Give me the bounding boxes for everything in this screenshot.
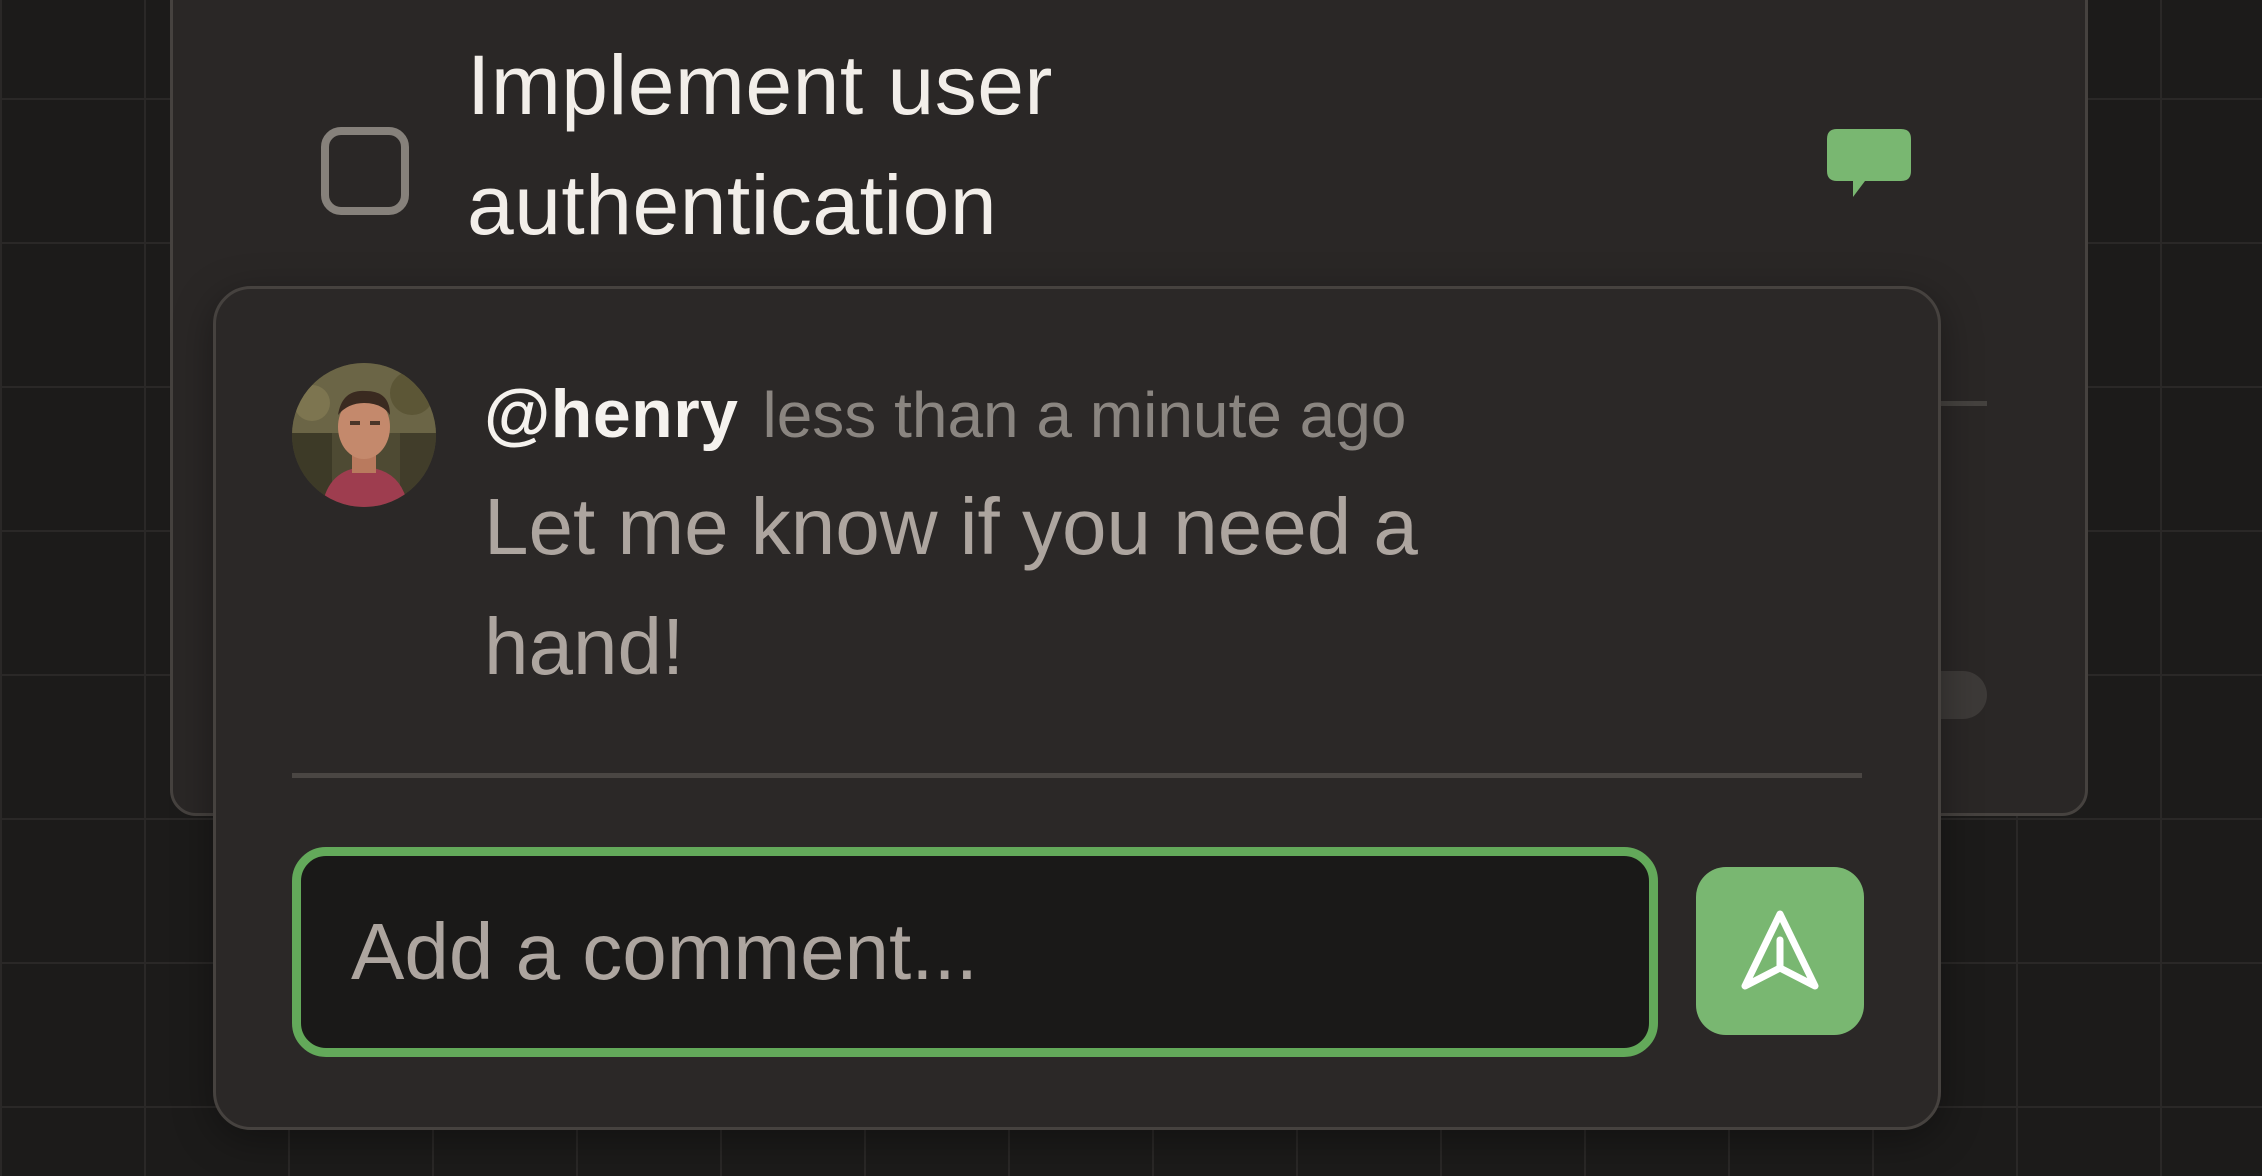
comment-popover: @henry less than a minute ago Let me know… [213,286,1941,1130]
task-checkbox[interactable] [321,127,409,215]
comment-meta: @henry less than a minute ago [484,369,1406,478]
send-button[interactable] [1696,867,1864,1035]
comment-author[interactable]: @henry [484,376,738,452]
task-title: Implement user authentication [467,38,1053,252]
comment-text: Let me know if you need a hand! [484,482,1418,691]
send-arrow-icon [1741,910,1819,990]
speech-bubble-icon [1827,129,1911,197]
popover-divider [292,773,1862,778]
comment-timestamp: less than a minute ago [762,379,1407,451]
comment-input[interactable] [292,847,1658,1057]
comments-button[interactable] [1823,123,1915,215]
avatar [292,363,436,507]
